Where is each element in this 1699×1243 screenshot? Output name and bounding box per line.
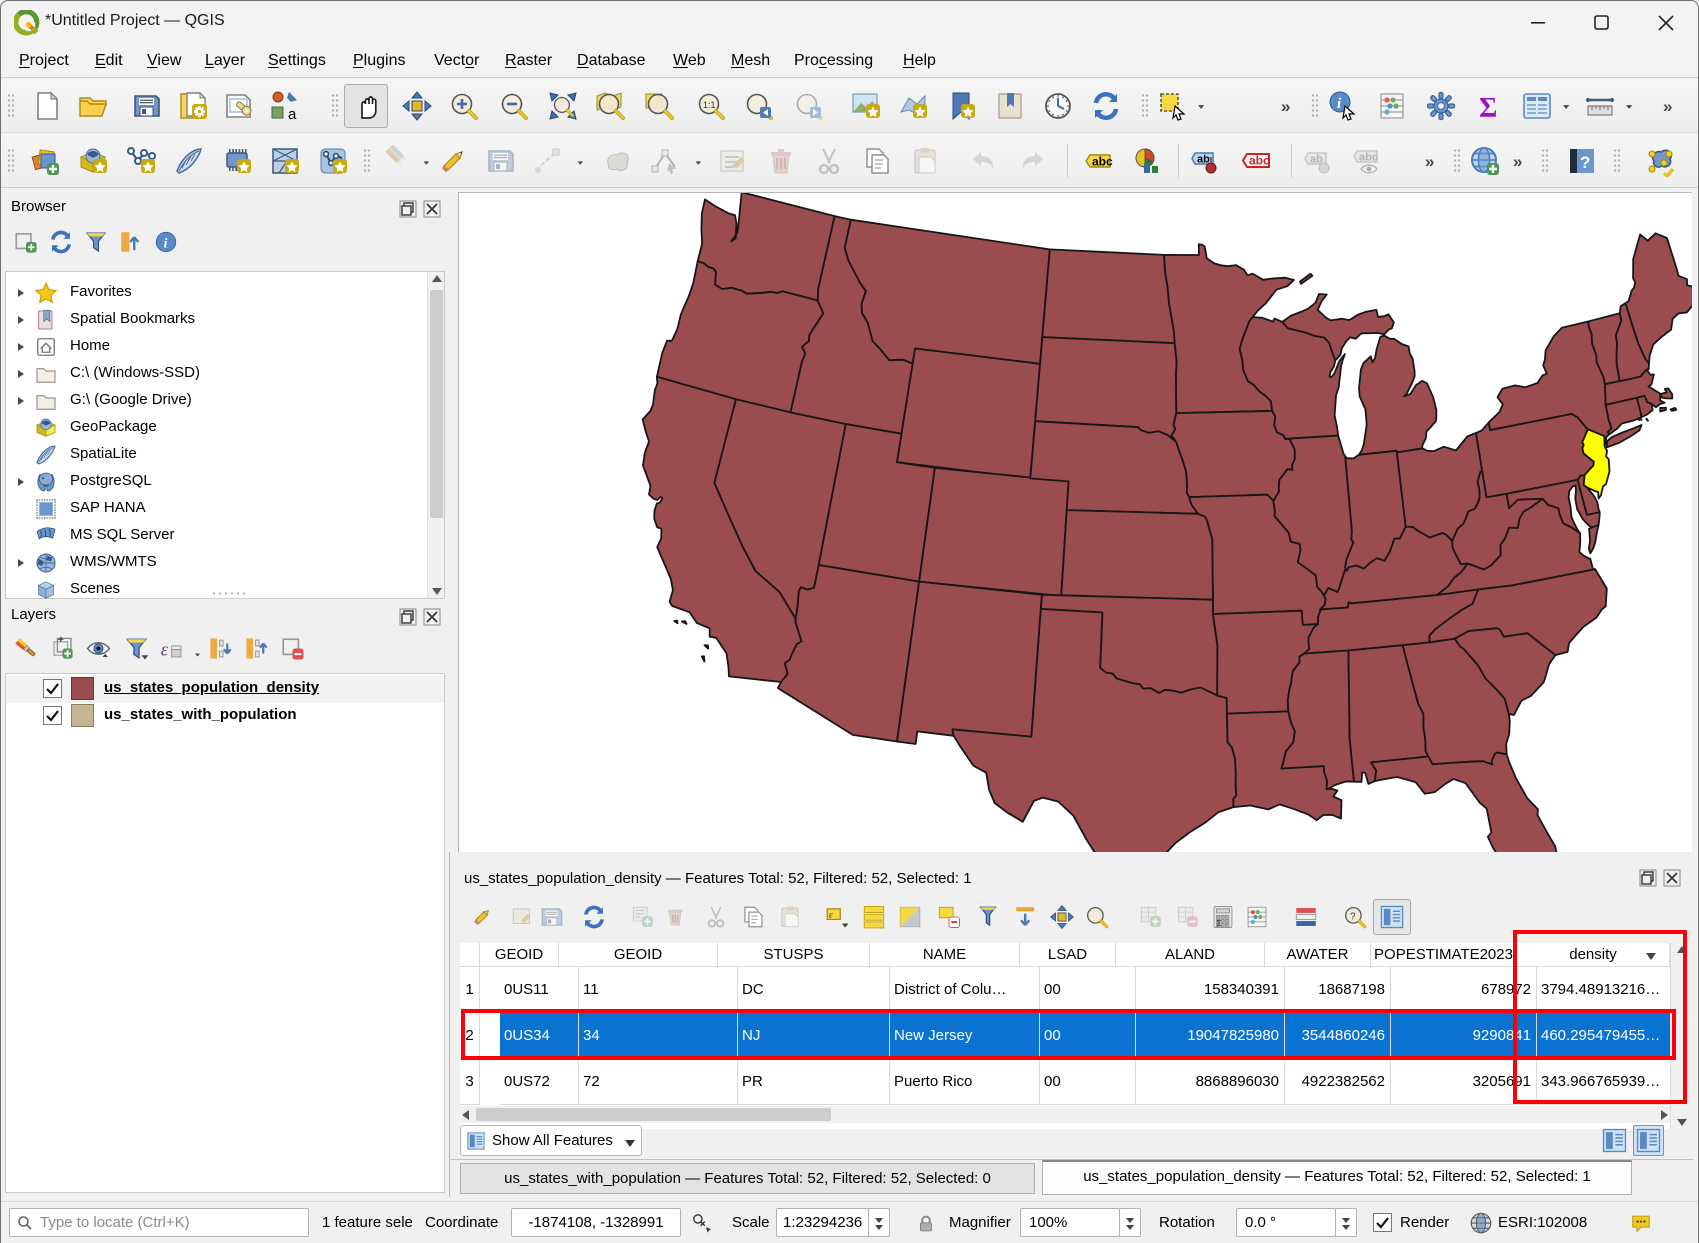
svg-text:a: a <box>288 106 297 122</box>
svg-text:Σ: Σ <box>1479 93 1497 122</box>
svg-text:?: ? <box>1350 911 1356 922</box>
svg-text:1:1: 1:1 <box>703 100 716 110</box>
svg-text:abc: abc <box>1249 154 1270 168</box>
svg-text:abc: abc <box>1359 152 1378 164</box>
svg-text:i: i <box>164 236 168 251</box>
svg-text:ε: ε <box>161 639 169 660</box>
svg-text:Σ: Σ <box>1217 919 1222 928</box>
svg-text:?: ? <box>1580 153 1590 172</box>
svg-text:ε: ε <box>829 909 833 920</box>
svg-text:abc: abc <box>1092 155 1113 169</box>
